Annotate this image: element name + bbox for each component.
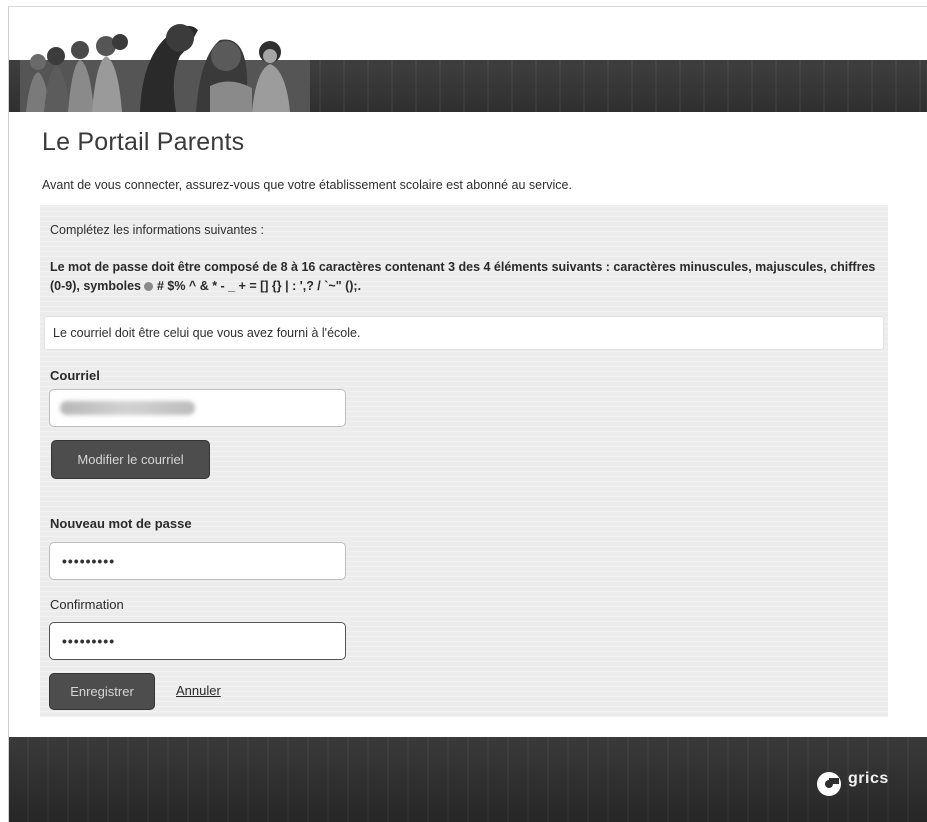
grics-logo-text: grics — [848, 770, 889, 787]
complete-info-label: Complétez les informations suivantes : — [50, 223, 264, 237]
page-title: Le Portail Parents — [42, 128, 245, 156]
password-rules: Le mot de passe doit être composé de 8 à… — [50, 258, 880, 296]
new-password-label: Nouveau mot de passe — [50, 516, 192, 531]
email-redacted-value — [60, 401, 195, 415]
confirmation-field[interactable] — [49, 622, 346, 660]
new-password-field[interactable] — [49, 542, 346, 580]
cancel-link[interactable]: Annuler — [176, 683, 221, 698]
grics-logo-icon — [817, 772, 841, 796]
footer-bar — [9, 737, 927, 822]
intro-text: Avant de vous connecter, assurez-vous qu… — [42, 178, 572, 192]
email-notice: Le courriel doit être celui que vous ave… — [44, 316, 884, 350]
save-button[interactable]: Enregistrer — [49, 673, 155, 710]
password-rules-text-2: # $% ^ & * - _ + = [] {} | : ',? / `~" (… — [153, 279, 362, 293]
footer-texture — [9, 737, 927, 822]
confirmation-label: Confirmation — [50, 597, 124, 612]
modify-email-button[interactable]: Modifier le courriel — [51, 440, 210, 479]
family-photo-banner — [20, 24, 310, 112]
email-label: Courriel — [50, 368, 100, 383]
